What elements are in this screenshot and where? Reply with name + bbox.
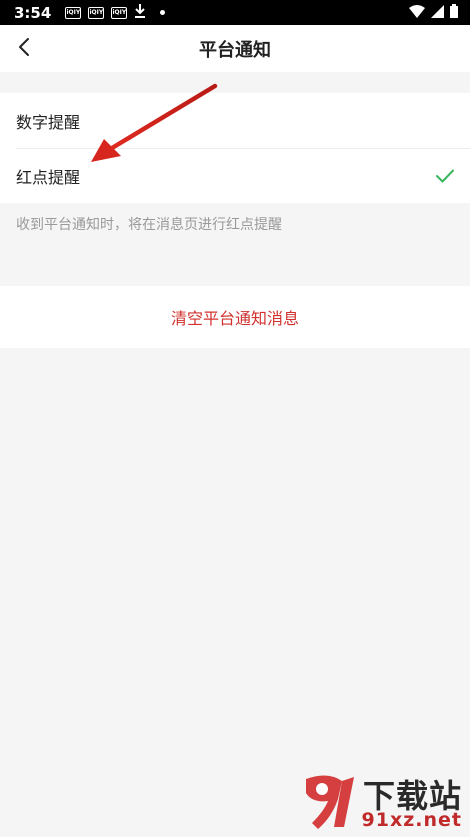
- page-title: 平台通知: [199, 39, 271, 61]
- option-label: 红点提醒: [16, 167, 81, 187]
- status-time: 3:54: [14, 3, 52, 22]
- option-label: 数字提醒: [16, 112, 81, 132]
- iqiyi-notification-icon: iQIY: [88, 6, 105, 19]
- download-icon: [134, 3, 146, 22]
- iqiyi-notification-icon: iQIY: [111, 6, 128, 19]
- watermark-url: 91xz.net: [361, 809, 462, 831]
- more-notifications-dot-icon: [160, 10, 166, 15]
- battery-icon: [450, 3, 458, 22]
- status-bar: 3:54 iQIY iQIY iQIY: [0, 0, 470, 25]
- watermark-logo-icon: [306, 775, 354, 829]
- signal-icon: [431, 3, 444, 22]
- clear-notifications-button[interactable]: 清空平台通知消息: [0, 286, 470, 348]
- hint-text: 收到平台通知时，将在消息页进行红点提醒: [16, 217, 282, 233]
- iqiyi-notification-icon: iQIY: [65, 6, 82, 19]
- nav-bar: 平台通知: [0, 25, 470, 72]
- checkmark-icon: [436, 169, 454, 183]
- wifi-icon: [409, 3, 425, 22]
- chevron-left-icon: [18, 37, 30, 61]
- back-button[interactable]: [6, 31, 42, 67]
- option-number-reminder[interactable]: 数字提醒: [0, 93, 470, 148]
- status-right: [409, 3, 458, 22]
- reminder-options: 数字提醒 红点提醒: [0, 93, 470, 203]
- option-red-dot-reminder[interactable]: 红点提醒: [0, 148, 470, 203]
- watermark-logo: 下载站 91xz.net: [296, 769, 468, 835]
